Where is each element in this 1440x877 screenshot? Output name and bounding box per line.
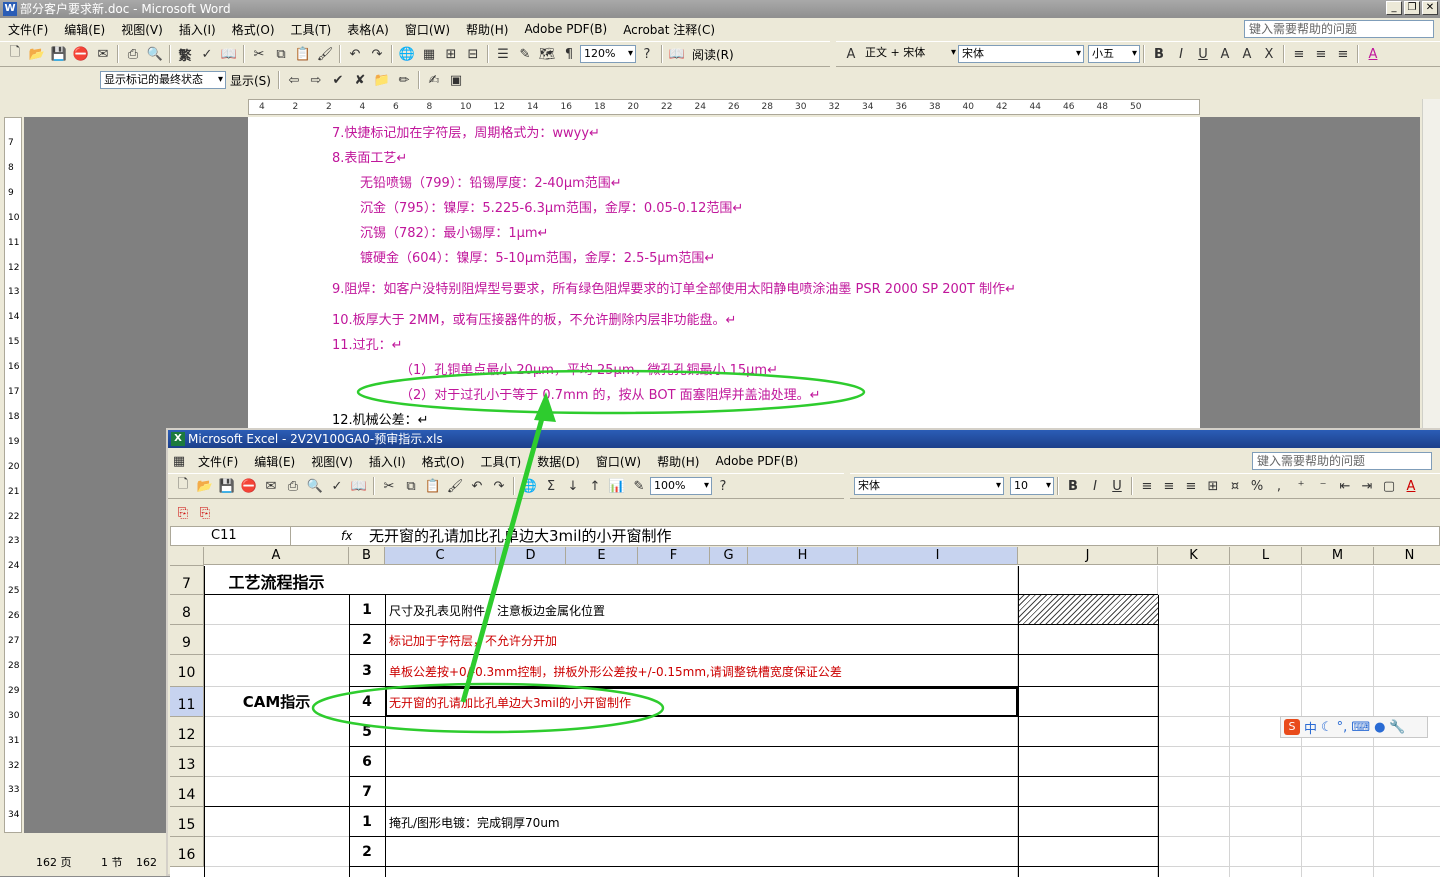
wrench-icon[interactable]: 🔧: [1389, 720, 1405, 735]
moon-icon[interactable]: ☾: [1321, 720, 1333, 735]
annotation-overlay: [311, 369, 866, 734]
ime-toolbar[interactable]: S 中 ☾ °, ⌨ ● 🔧: [1280, 716, 1428, 738]
punct-icon[interactable]: °,: [1337, 720, 1348, 735]
ime-mode[interactable]: 中: [1304, 718, 1317, 737]
annotation-arrow: [460, 392, 556, 703]
user-icon[interactable]: ●: [1374, 720, 1385, 735]
annotation-ellipse-word: [356, 369, 866, 415]
sogou-icon: S: [1284, 719, 1300, 735]
keyboard-icon[interactable]: ⌨: [1351, 720, 1370, 735]
annotation-ellipse-excel: [311, 682, 665, 734]
